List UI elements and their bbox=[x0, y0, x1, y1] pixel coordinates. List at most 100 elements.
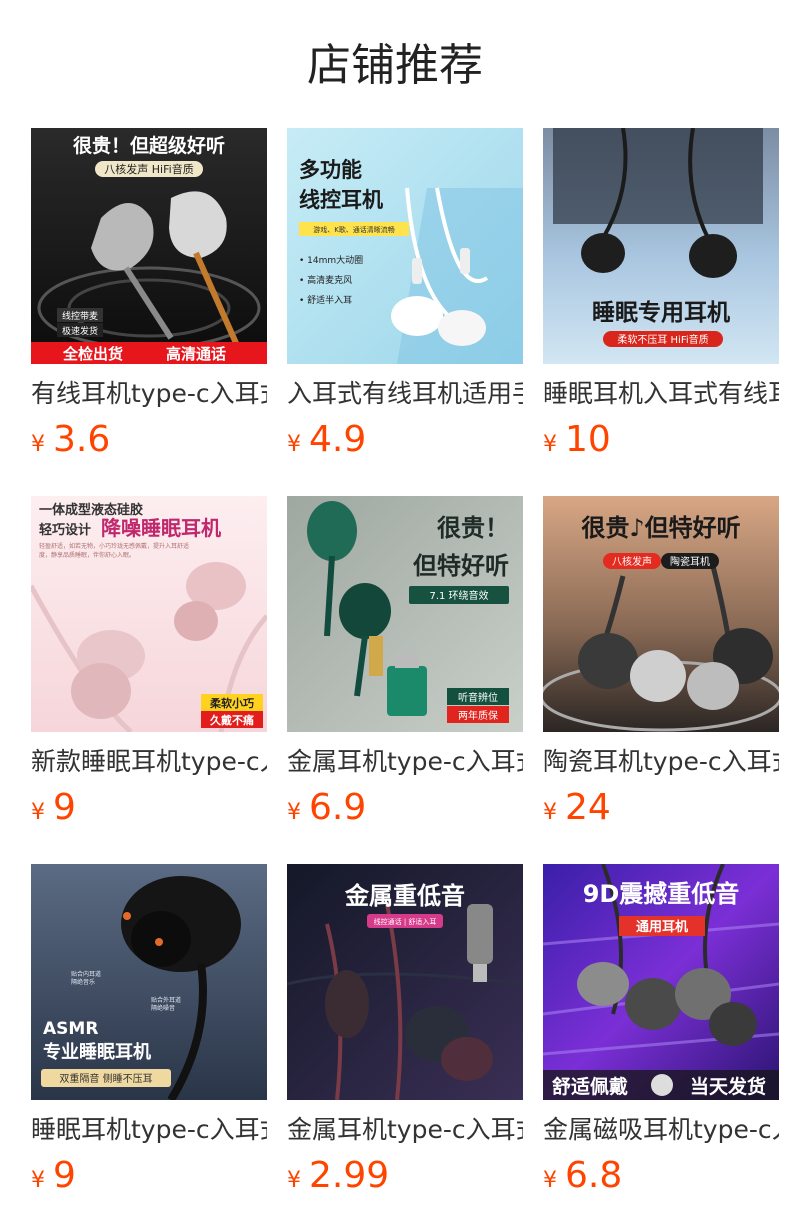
section-title: 店铺推荐 bbox=[307, 40, 483, 91]
earphone-image: 金属重低音 线控通话 | 舒适入耳 bbox=[287, 864, 523, 1100]
product-card[interactable]: 很贵♪但特好听 八核发声 陶瓷耳机 陶瓷耳机type-c入耳式 ¥24 bbox=[543, 496, 779, 864]
price-value: 9 bbox=[53, 1155, 76, 1196]
currency-symbol: ¥ bbox=[287, 800, 301, 825]
product-image[interactable]: 很贵！ 但特好听 7.1 环绕音效 听音辨位 两年质保 bbox=[287, 496, 523, 732]
product-price: ¥4.9 bbox=[287, 420, 523, 460]
image-tag: 游戏、K歌、通话清晰流畅 bbox=[313, 225, 395, 234]
earphone-image: 很贵！但超级好听 八核发声 HiFi音质 线控带麦 极速发货 全检出货 高清通话 bbox=[31, 128, 267, 364]
product-card[interactable]: 多功能 线控耳机 游戏、K歌、通话清晰流畅 • 14mm大动圈 • 高清麦克风 … bbox=[287, 128, 523, 496]
currency-symbol: ¥ bbox=[543, 432, 557, 457]
product-image[interactable]: 睡眠专用耳机 柔软不压耳 HiFi音质 bbox=[543, 128, 779, 364]
price-value: 6.8 bbox=[565, 1155, 623, 1196]
currency-symbol: ¥ bbox=[543, 800, 557, 825]
image-line1: 很贵！ bbox=[437, 514, 509, 542]
product-image[interactable]: 多功能 线控耳机 游戏、K歌、通话清晰流畅 • 14mm大动圈 • 高清麦克风 … bbox=[287, 128, 523, 364]
product-price: ¥24 bbox=[543, 788, 779, 828]
product-image[interactable]: 很贵♪但特好听 八核发声 陶瓷耳机 bbox=[543, 496, 779, 732]
product-card[interactable]: 9D震撼重低音 通用耳机 舒适佩戴 当天发货 金属磁吸耳机type-c入耳 ¥6… bbox=[543, 864, 779, 1232]
image-note: 隔绝音乐 bbox=[71, 978, 95, 986]
product-image[interactable]: 贴合内耳道 隔绝音乐 贴合外耳道 隔绝噪音 ASMR 专业睡眠耳机 双重隔音 侧… bbox=[31, 864, 267, 1100]
price-value: 24 bbox=[565, 787, 611, 828]
product-card[interactable]: 贴合内耳道 隔绝音乐 贴合外耳道 隔绝噪音 ASMR 专业睡眠耳机 双重隔音 侧… bbox=[31, 864, 267, 1232]
image-badge: 两年质保 bbox=[458, 709, 498, 722]
image-badge: 柔软小巧 bbox=[209, 696, 254, 710]
product-title[interactable]: 金属磁吸耳机type-c入耳 bbox=[543, 1114, 779, 1146]
product-title[interactable]: 有线耳机type-c入耳式 bbox=[31, 378, 267, 410]
image-line2b: 降噪睡眠耳机 bbox=[101, 516, 221, 540]
product-card[interactable]: 金属重低音 线控通话 | 舒适入耳 金属耳机type-c入耳式 ¥2.99 bbox=[287, 864, 523, 1232]
product-price: ¥3.6 bbox=[31, 420, 267, 460]
image-bar-left: 全检出货 bbox=[62, 345, 123, 363]
earphone-image: 睡眠专用耳机 柔软不压耳 HiFi音质 bbox=[543, 128, 779, 364]
product-title[interactable]: 入耳式有线耳机适用手机 bbox=[287, 378, 523, 410]
product-price: ¥10 bbox=[543, 420, 779, 460]
product-image[interactable]: 金属重低音 线控通话 | 舒适入耳 bbox=[287, 864, 523, 1100]
product-price: ¥9 bbox=[31, 788, 267, 828]
earphone-image: 很贵！ 但特好听 7.1 环绕音效 听音辨位 两年质保 bbox=[287, 496, 523, 732]
product-image[interactable]: 9D震撼重低音 通用耳机 舒适佩戴 当天发货 bbox=[543, 864, 779, 1100]
currency-symbol: ¥ bbox=[287, 432, 301, 457]
image-bullet: • 舒适半入耳 bbox=[299, 294, 352, 306]
price-value: 3.6 bbox=[53, 419, 111, 460]
product-title[interactable]: 金属耳机type-c入耳式 bbox=[287, 746, 523, 778]
earphone-image: 贴合内耳道 隔绝音乐 贴合外耳道 隔绝噪音 ASMR 专业睡眠耳机 双重隔音 侧… bbox=[31, 864, 267, 1100]
earphone-image: 9D震撼重低音 通用耳机 舒适佩戴 当天发货 bbox=[543, 864, 779, 1100]
image-badge: 线控带麦 bbox=[62, 310, 98, 322]
currency-symbol: ¥ bbox=[543, 1168, 557, 1193]
product-title[interactable]: 陶瓷耳机type-c入耳式 bbox=[543, 746, 779, 778]
product-card[interactable]: 很贵！ 但特好听 7.1 环绕音效 听音辨位 两年质保 金属耳机type-c入耳… bbox=[287, 496, 523, 864]
image-bar-right: 当天发货 bbox=[690, 1075, 766, 1098]
checkmark-badge-icon bbox=[651, 1074, 673, 1096]
image-tag: 柔软不压耳 HiFi音质 bbox=[617, 333, 708, 346]
price-value: 4.9 bbox=[309, 419, 367, 460]
product-title[interactable]: 新款睡眠耳机type-c入耳 bbox=[31, 746, 267, 778]
product-price: ¥6.9 bbox=[287, 788, 523, 828]
image-tag: 双重隔音 侧睡不压耳 bbox=[59, 1072, 152, 1085]
price-value: 6.9 bbox=[309, 787, 367, 828]
earphone-image: 多功能 线控耳机 游戏、K歌、通话清晰流畅 • 14mm大动圈 • 高清麦克风 … bbox=[287, 128, 523, 364]
image-note: 贴合内耳道 bbox=[71, 970, 101, 978]
image-headline: 睡眠专用耳机 bbox=[592, 299, 730, 326]
image-line2: 但特好听 bbox=[413, 552, 509, 580]
product-card[interactable]: 一体成型液态硅胶 轻巧设计 降噪睡眠耳机 轻盈舒适，如若无物，小巧玲珑无感佩戴，… bbox=[31, 496, 267, 864]
image-tag: 八核发声 HiFi音质 bbox=[104, 162, 193, 176]
image-tag: 7.1 环绕音效 bbox=[429, 589, 488, 602]
image-tag: 通用耳机 bbox=[636, 919, 688, 935]
image-tag: 线控通话 | 舒适入耳 bbox=[374, 917, 437, 926]
image-bullet: • 14mm大动圈 bbox=[299, 254, 363, 266]
image-headline: 很贵！但超级好听 bbox=[73, 134, 225, 157]
product-grid: 很贵！但超级好听 八核发声 HiFi音质 线控带麦 极速发货 全检出货 高清通话… bbox=[31, 128, 779, 1232]
image-bullet: • 高清麦克风 bbox=[299, 274, 352, 286]
product-card[interactable]: 很贵！但超级好听 八核发声 HiFi音质 线控带麦 极速发货 全检出货 高清通话… bbox=[31, 128, 267, 496]
product-card[interactable]: 睡眠专用耳机 柔软不压耳 HiFi音质 睡眠耳机入耳式有线耳机 ¥10 bbox=[543, 128, 779, 496]
image-badge: 听音辨位 bbox=[458, 691, 498, 704]
currency-symbol: ¥ bbox=[31, 1168, 45, 1193]
image-line2: 专业睡眠耳机 bbox=[43, 1041, 151, 1063]
image-line2a: 轻巧设计 bbox=[39, 522, 91, 538]
currency-symbol: ¥ bbox=[31, 800, 45, 825]
price-value: 2.99 bbox=[309, 1155, 390, 1196]
image-bar-left: 舒适佩戴 bbox=[552, 1075, 628, 1098]
image-line1: ASMR bbox=[43, 1019, 98, 1039]
price-value: 10 bbox=[565, 419, 611, 460]
image-line2: 线控耳机 bbox=[299, 188, 383, 212]
earphone-image: 很贵♪但特好听 八核发声 陶瓷耳机 bbox=[543, 496, 779, 732]
product-price: ¥6.8 bbox=[543, 1156, 779, 1196]
image-headline: 很贵♪但特好听 bbox=[581, 514, 740, 542]
product-image[interactable]: 很贵！但超级好听 八核发声 HiFi音质 线控带麦 极速发货 全检出货 高清通话 bbox=[31, 128, 267, 364]
product-image[interactable]: 一体成型液态硅胶 轻巧设计 降噪睡眠耳机 轻盈舒适，如若无物，小巧玲珑无感佩戴，… bbox=[31, 496, 267, 732]
product-price: ¥2.99 bbox=[287, 1156, 523, 1196]
currency-symbol: ¥ bbox=[31, 432, 45, 457]
product-title[interactable]: 金属耳机type-c入耳式 bbox=[287, 1114, 523, 1146]
image-bar-right: 高清通话 bbox=[166, 345, 226, 363]
image-headline: 金属重低音 bbox=[344, 882, 465, 910]
image-note: 贴合外耳道 bbox=[151, 996, 181, 1004]
currency-symbol: ¥ bbox=[287, 1168, 301, 1193]
image-badge: 久戴不痛 bbox=[210, 713, 254, 727]
image-badge: 极速发货 bbox=[62, 325, 98, 337]
image-line1: 多功能 bbox=[299, 158, 362, 182]
image-tag: 八核发声 bbox=[612, 555, 652, 568]
product-title[interactable]: 睡眠耳机入耳式有线耳机 bbox=[543, 378, 779, 410]
earphone-image: 一体成型液态硅胶 轻巧设计 降噪睡眠耳机 轻盈舒适，如若无物，小巧玲珑无感佩戴，… bbox=[31, 496, 267, 732]
product-title[interactable]: 睡眠耳机type-c入耳式 bbox=[31, 1114, 267, 1146]
